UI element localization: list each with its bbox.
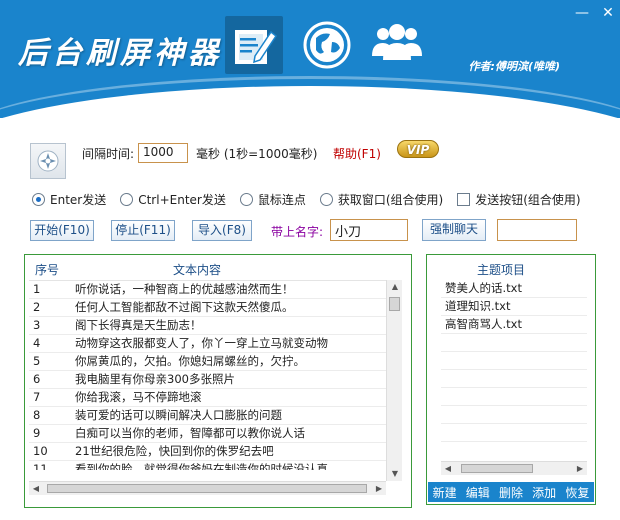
- import-button[interactable]: 导入(F8): [192, 220, 252, 241]
- add-button[interactable]: 添加: [532, 484, 556, 501]
- globe-tool[interactable]: [298, 16, 356, 74]
- name-label: 带上名字:: [271, 225, 324, 239]
- list-item[interactable]: 高智商骂人.txt: [441, 316, 587, 334]
- new-button[interactable]: 新建: [433, 484, 457, 501]
- radio-icon: [120, 192, 134, 206]
- messages-panel: 序号 文本内容 1 听你说话，一种智商上的优越感油然而生！ 2 任何人工智能都敌不过…: [24, 254, 412, 508]
- table-row[interactable]: 1 听你说话，一种智商上的优越感油然而生！: [29, 281, 386, 299]
- force-chat-button[interactable]: 强制聊天: [422, 219, 486, 241]
- author-label: 作者:傅明滨(唯唯): [468, 60, 560, 73]
- topics-horizontal-scrollbar[interactable]: ◀ ▶: [441, 461, 587, 475]
- help-link[interactable]: 帮助(F1): [333, 145, 381, 162]
- table-row[interactable]: 3 阁下长得真是天生励志！: [29, 317, 386, 335]
- table-row[interactable]: 2 任何人工智能都敌不过阁下这款天然傻瓜。: [29, 299, 386, 317]
- header-banner: 后台刷屏神器 作者:傅明滨(唯唯) — ✕: [0, 0, 620, 118]
- vip-badge[interactable]: VIP: [397, 140, 439, 158]
- table-row[interactable]: 10 21世纪很危险，快回到你的侏罗纪去吧: [29, 443, 386, 461]
- topics-list: 赞美人的话.txt 道理知识.txt 高智商骂人.txt: [441, 280, 587, 442]
- app-logo-button[interactable]: [30, 143, 66, 179]
- col-header-text: 文本内容: [173, 263, 222, 277]
- get-window-radio[interactable]: 获取窗口(组合使用): [319, 191, 444, 208]
- list-item[interactable]: 道理知识.txt: [441, 298, 587, 316]
- radio-checked-icon: [32, 192, 45, 206]
- users-icon: [372, 24, 422, 60]
- scroll-down-icon[interactable]: ▼: [387, 467, 403, 481]
- interval-label: 间隔时间:: [82, 147, 135, 161]
- extra-input[interactable]: [497, 219, 577, 241]
- send-mode-options: Enter发送 Ctrl+Enter发送 鼠标连点 获取窗口(组合使用) 发送按…: [32, 190, 595, 208]
- list-item[interactable]: 赞美人的话.txt: [441, 280, 587, 298]
- radio-icon: [319, 192, 333, 206]
- app-title: 后台刷屏神器: [18, 36, 222, 71]
- messages-horizontal-scrollbar[interactable]: ◀ ▶: [29, 481, 386, 495]
- list-empty-row: [441, 352, 587, 370]
- globe-icon: [303, 21, 351, 69]
- topics-header: 主题项目: [477, 263, 526, 277]
- list-empty-row: [441, 334, 587, 352]
- table-row[interactable]: 9 白痴可以当你的老师，智障都可以教你说人话: [29, 425, 386, 443]
- close-button[interactable]: ✕: [597, 4, 619, 22]
- start-button[interactable]: 开始(F10): [30, 220, 94, 241]
- list-empty-row: [441, 424, 587, 442]
- ctrl-enter-send-radio[interactable]: Ctrl+Enter发送: [120, 191, 226, 208]
- col-header-no: 序号: [35, 263, 60, 277]
- scroll-thumb[interactable]: [47, 484, 367, 493]
- edit-note-icon: [235, 30, 278, 64]
- messages-vertical-scrollbar[interactable]: ▲ ▼: [386, 280, 402, 481]
- scroll-thumb[interactable]: [461, 464, 533, 473]
- list-empty-row: [441, 370, 587, 388]
- topics-action-bar: 新建 编辑 删除 添加 恢复: [428, 482, 594, 502]
- get-window-label: 获取窗口(组合使用): [337, 192, 444, 207]
- table-row[interactable]: 8 装可爱的话可以瞬间解决人口膨胀的问题: [29, 407, 386, 425]
- checkbox-icon: [457, 192, 471, 206]
- enter-send-label: Enter发送: [50, 192, 107, 207]
- delete-button[interactable]: 删除: [499, 484, 523, 501]
- name-input[interactable]: 小刀: [330, 219, 408, 241]
- minimize-button[interactable]: —: [571, 4, 593, 22]
- list-empty-row: [441, 406, 587, 424]
- restore-button[interactable]: 恢复: [565, 484, 589, 501]
- scroll-right-icon[interactable]: ▶: [372, 482, 386, 495]
- send-button-label: 发送按钮(组合使用): [475, 192, 581, 207]
- scroll-thumb[interactable]: [389, 297, 400, 311]
- table-row[interactable]: 7 你给我滚，马不停蹄地滚: [29, 389, 386, 407]
- edit-note-tool[interactable]: [225, 16, 283, 74]
- mouse-click-radio[interactable]: 鼠标连点: [239, 191, 306, 208]
- table-row[interactable]: 11 看到你的脸，就觉得你爸妈在制造你的时候没认真。: [29, 461, 386, 470]
- ctrl-enter-send-label: Ctrl+Enter发送: [138, 192, 226, 207]
- table-row[interactable]: 5 你屌黄瓜的，欠拍。你媳妇屌螺丝的，欠拧。: [29, 353, 386, 371]
- scroll-up-icon[interactable]: ▲: [387, 280, 403, 294]
- stop-button[interactable]: 停止(F11): [111, 220, 175, 241]
- flower-icon: [37, 150, 59, 172]
- table-row[interactable]: 4 动物穿这衣服都变人了，你丫一穿上立马就变动物: [29, 335, 386, 353]
- enter-send-radio[interactable]: Enter发送: [32, 191, 106, 208]
- table-row[interactable]: 6 我电脑里有你母亲300多张照片: [29, 371, 386, 389]
- mouse-click-label: 鼠标连点: [257, 192, 306, 207]
- scroll-right-icon[interactable]: ▶: [573, 462, 587, 475]
- scroll-left-icon[interactable]: ◀: [441, 462, 455, 475]
- interval-unit: 毫秒 (1秒=1000毫秒): [196, 147, 318, 161]
- list-empty-row: [441, 388, 587, 406]
- interval-input[interactable]: 1000: [138, 143, 188, 163]
- users-tool[interactable]: [368, 16, 426, 74]
- scroll-left-icon[interactable]: ◀: [29, 482, 43, 495]
- messages-table: 1 听你说话，一种智商上的优越感油然而生！ 2 任何人工智能都敌不过阁下这款天然傻瓜…: [29, 280, 386, 470]
- topics-panel: 主题项目 赞美人的话.txt 道理知识.txt 高智商骂人.txt ◀ ▶ 新建…: [426, 254, 596, 505]
- send-button-checkbox[interactable]: 发送按钮(组合使用): [457, 191, 581, 208]
- radio-icon: [239, 192, 253, 206]
- edit-button[interactable]: 编辑: [466, 484, 490, 501]
